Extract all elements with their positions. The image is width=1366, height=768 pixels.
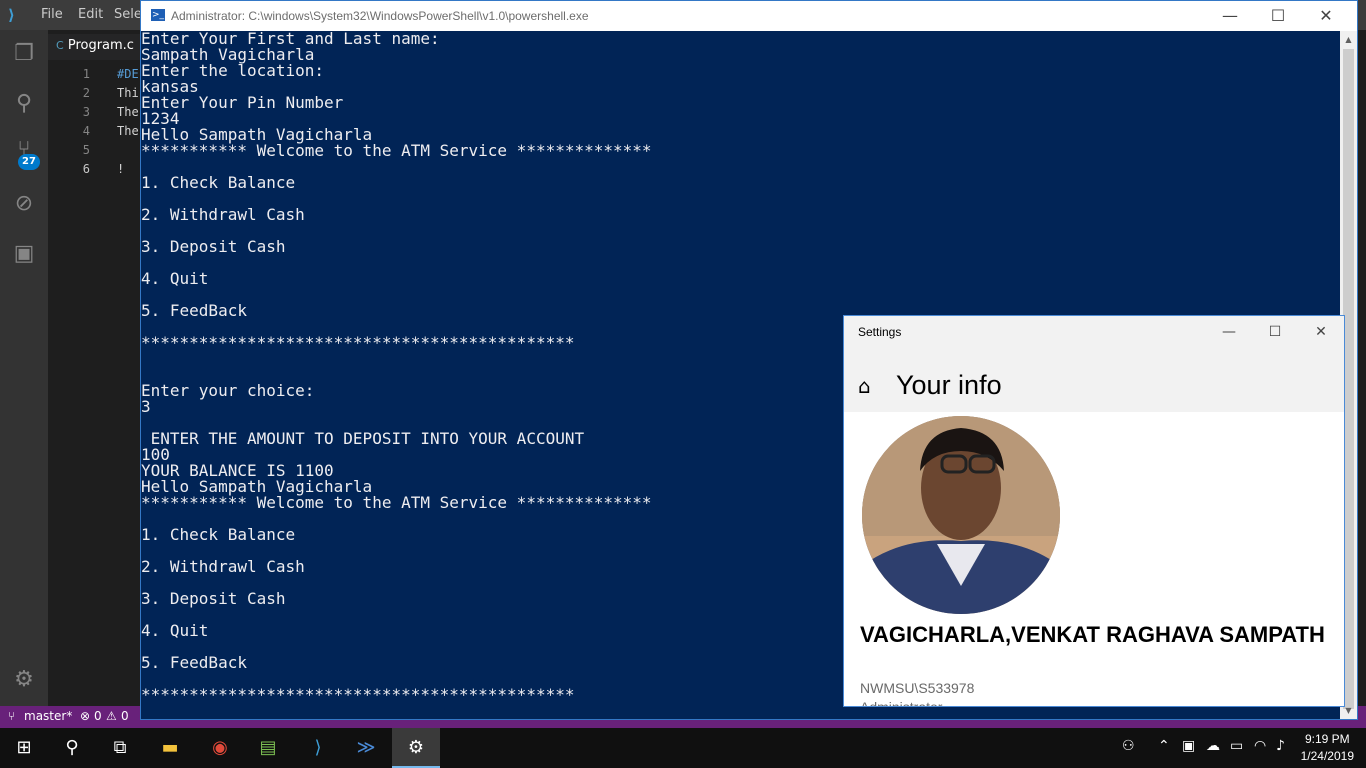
git-branch-status[interactable]: master* [24, 709, 72, 723]
console-line: ****************************************… [141, 333, 575, 352]
search-icon[interactable]: ⚲ [10, 90, 38, 118]
warning-count[interactable]: 0 [121, 709, 129, 723]
line-number: 2 [82, 86, 90, 100]
clock-date: 1/24/2019 [1300, 749, 1354, 763]
code-line[interactable]: The [117, 124, 139, 138]
debug-icon[interactable]: ⊘ [10, 190, 38, 218]
wifi-icon[interactable]: ◠ [1254, 738, 1266, 754]
c-file-icon: C [56, 39, 64, 52]
console-line: *********** Welcome to the ATM Service *… [141, 141, 652, 160]
console-line: 3. Deposit Cash [141, 589, 286, 608]
user-account-name: NWMSU\S533978 [860, 680, 975, 696]
minimize-button[interactable]: — [1207, 5, 1253, 27]
notepad-icon[interactable]: ▤ [244, 728, 292, 768]
line-number: 5 [82, 143, 90, 157]
console-line: 4. Quit [141, 621, 209, 640]
minimize-button[interactable]: — [1206, 321, 1252, 343]
volume-icon[interactable]: ♪ [1276, 738, 1285, 754]
explorer-icon[interactable]: ❐ [10, 40, 38, 68]
console-line: ****************************************… [141, 685, 575, 704]
people-icon[interactable]: ⚇ [1122, 738, 1135, 754]
taskbar: ⊞ ⚲ ⧉ ▬ ◉ ▤ ⟩ ≫ ⚙ ⚇ ⌃ ▣ ☁ ▭ ◠ ♪ 9:19 PM … [0, 728, 1366, 768]
scroll-up-arrow-icon[interactable]: ▲ [1340, 31, 1357, 48]
scm-count-badge: 27 [18, 154, 40, 170]
maximize-button[interactable]: ☐ [1255, 5, 1301, 27]
console-line: 5. FeedBack [141, 653, 247, 672]
branch-icon: ⑂ [8, 709, 16, 723]
settings-window[interactable]: Settings — ☐ ✕ ⌂ Your info VAGICHARLA,VE… [843, 315, 1345, 707]
battery-icon[interactable]: ▭ [1230, 738, 1243, 754]
manage-gear-icon[interactable]: ⚙ [10, 666, 38, 694]
console-line: 4. Quit [141, 269, 209, 288]
maximize-button[interactable]: ☐ [1252, 321, 1298, 343]
menu-edit[interactable]: Edit [78, 7, 103, 22]
show-hidden-icons-icon[interactable]: ⌃ [1158, 738, 1170, 754]
error-count[interactable]: 0 [94, 709, 102, 723]
console-line: 2. Withdrawl Cash [141, 205, 305, 224]
onedrive-icon[interactable]: ☁ [1206, 738, 1220, 754]
powershell-titlebar[interactable]: >_ Administrator: C:\windows\System32\Wi… [141, 1, 1357, 31]
console-line: 1. Check Balance [141, 173, 296, 192]
close-button[interactable]: ✕ [1303, 5, 1349, 27]
menu-selection[interactable]: Sele [114, 7, 142, 22]
clock[interactable]: 9:19 PM 1/24/2019 [1301, 731, 1354, 765]
console-line: *********** Welcome to the ATM Service *… [141, 493, 652, 512]
console-line: 1. Check Balance [141, 525, 296, 544]
line-number: 3 [82, 105, 90, 119]
code-line[interactable]: #DE [117, 67, 139, 81]
powershell-icon: >_ [151, 9, 165, 21]
clock-time: 9:19 PM [1304, 732, 1350, 746]
console-line: Enter your choice: [141, 381, 315, 400]
avatar[interactable] [862, 416, 1060, 614]
console-line: 2. Withdrawl Cash [141, 557, 305, 576]
powershell-title: Administrator: C:\windows\System32\Windo… [171, 9, 589, 23]
console-line: 3 [141, 397, 151, 416]
code-line[interactable]: Thi [117, 86, 139, 100]
console-line: ENTER THE AMOUNT TO DEPOSIT INTO YOUR AC… [141, 429, 585, 448]
home-icon[interactable]: ⌂ [858, 374, 871, 398]
line-number: 4 [82, 124, 90, 138]
vscode-logo-icon: ⟩ [8, 6, 15, 24]
vscode-taskbar-icon[interactable]: ⟩ [294, 728, 342, 768]
code-line[interactable]: ! [117, 162, 124, 176]
close-button[interactable]: ✕ [1298, 321, 1344, 343]
console-line: 3. Deposit Cash [141, 237, 286, 256]
settings-taskbar-icon[interactable]: ⚙ [392, 728, 440, 768]
settings-titlebar[interactable]: Settings — ☐ ✕ [844, 316, 1344, 348]
line-number: 1 [82, 67, 90, 81]
settings-title: Settings [858, 325, 902, 339]
page-title: Your info [896, 370, 1002, 400]
activity-bar: ❐ ⚲ ⑂ ⊘ ▣ ⚙ [0, 30, 48, 706]
file-explorer-icon[interactable]: ▬ [146, 728, 194, 768]
line-number: 6 [82, 162, 90, 176]
extensions-icon[interactable]: ▣ [10, 240, 38, 268]
chrome-icon[interactable]: ◉ [196, 728, 244, 768]
console-line: 5. FeedBack [141, 301, 247, 320]
start-windows-icon[interactable]: ⊞ [0, 728, 48, 768]
menu-file[interactable]: File [41, 7, 63, 22]
tab-program-label: Program.c [67, 38, 134, 53]
errors-icon: ⊗ [80, 709, 91, 723]
settings-header: ⌂ Your info [844, 348, 1344, 412]
avatar-photo [862, 416, 1060, 614]
task-view-icon[interactable]: ⧉ [96, 728, 144, 768]
user-role: Administrator [860, 699, 943, 707]
powershell-taskbar-icon[interactable]: ≫ [342, 728, 390, 768]
code-line[interactable]: The [117, 105, 139, 119]
tab-program[interactable]: C Program.c [56, 38, 134, 53]
antivirus-icon[interactable]: ▣ [1182, 738, 1195, 754]
user-display-name: VAGICHARLA,VENKAT RAGHAVA SAMPATH [860, 622, 1325, 647]
search-icon[interactable]: ⚲ [48, 728, 96, 768]
warnings-icon: ⚠ [106, 709, 117, 723]
